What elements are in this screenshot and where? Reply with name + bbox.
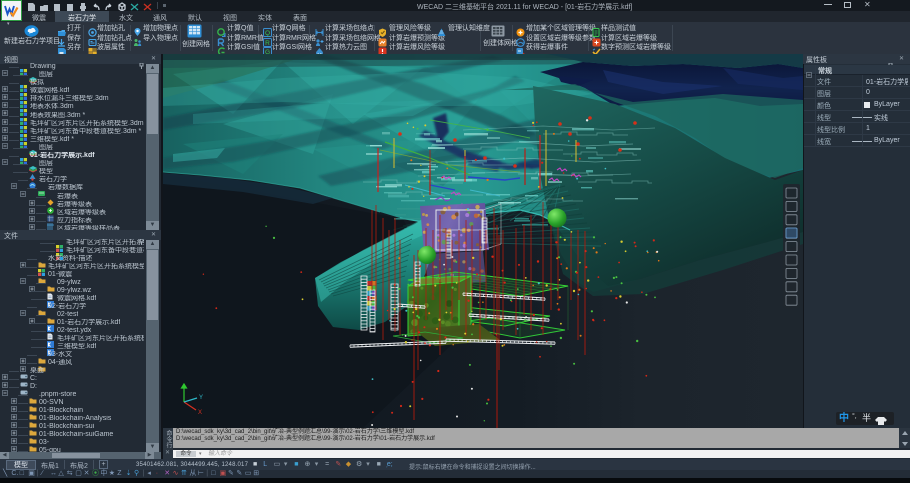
svg-text:Y: Y xyxy=(199,395,203,401)
svg-text:X: X xyxy=(198,410,202,416)
